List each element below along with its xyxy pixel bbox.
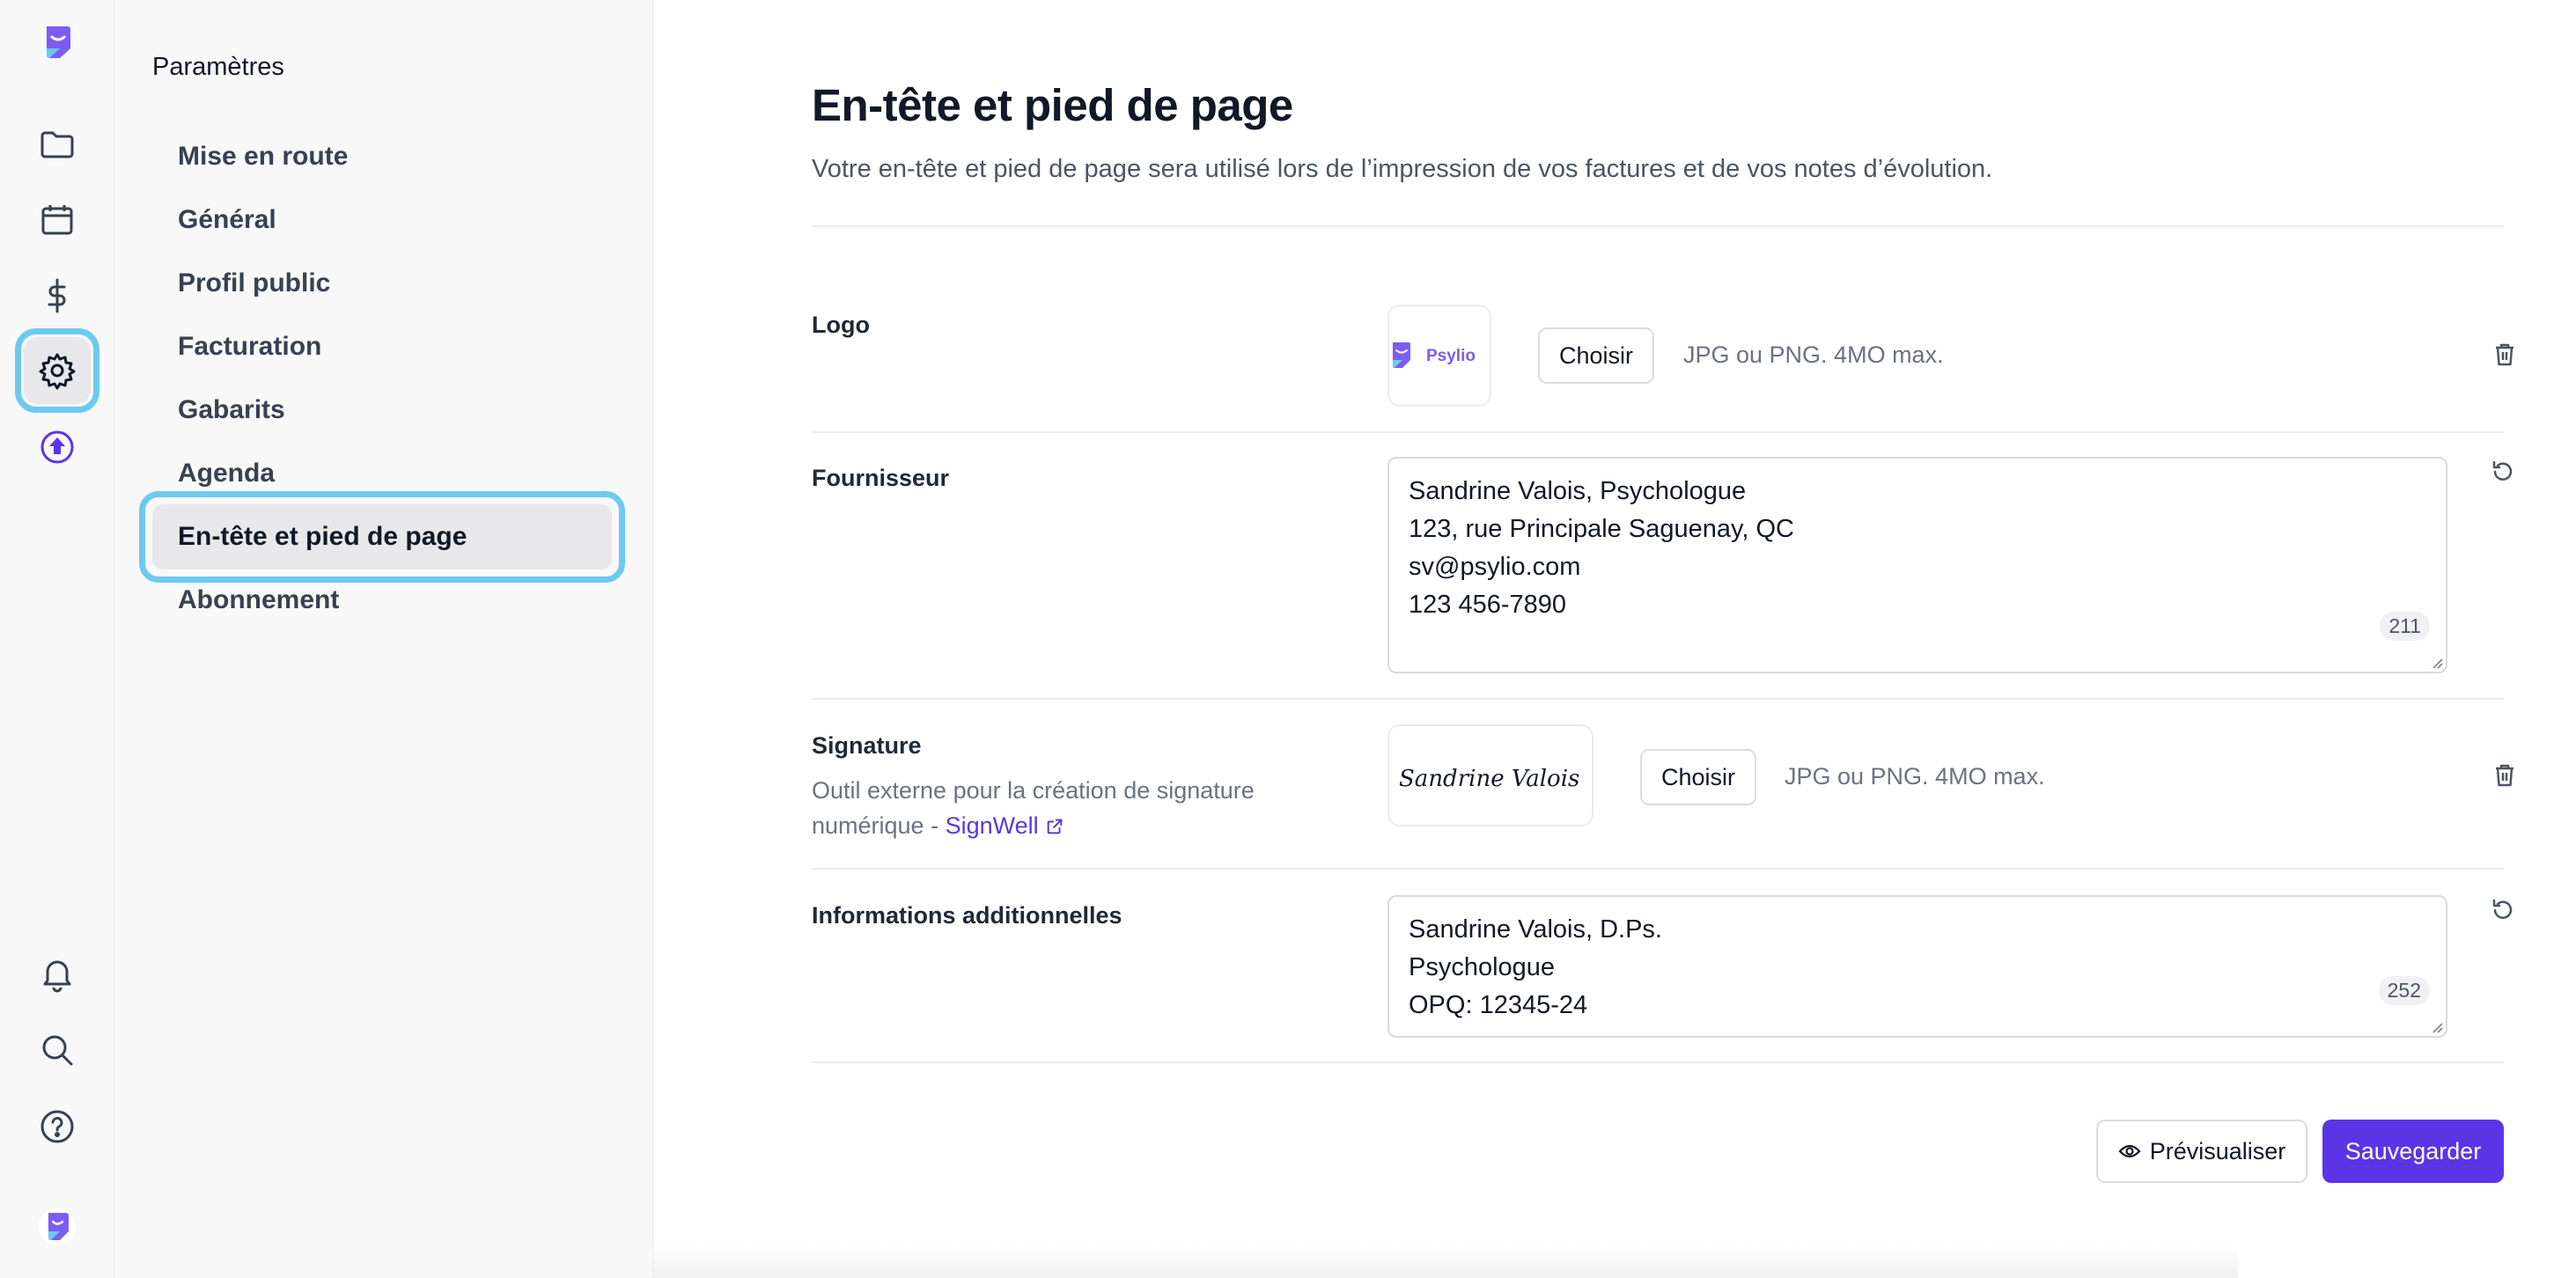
resize-grip-icon[interactable]: [2430, 1020, 2444, 1034]
signature-preview-text: Sandrine Valois: [1399, 766, 1579, 792]
reset-icon[interactable]: [2489, 896, 2517, 924]
nav-item-abonnement[interactable]: Abonnement: [152, 568, 612, 633]
divider: [812, 868, 2504, 870]
external-link-icon: [1047, 819, 1063, 834]
nav-item-profil-public[interactable]: Profil public: [152, 251, 612, 316]
rail-folder[interactable]: [24, 111, 91, 178]
rail-settings[interactable]: [15, 328, 99, 413]
logo-preview-text: Psylio: [1426, 347, 1476, 365]
nav-item-mise-en-route[interactable]: Mise en route: [152, 124, 612, 189]
psylio-logo-icon: [47, 26, 70, 58]
divider: [812, 1061, 2504, 1063]
additional-info-line: OPQ: 12345-24: [1409, 991, 1588, 1019]
bell-icon: [43, 960, 71, 993]
additional-info-textarea[interactable]: Sandrine Valois, D.Ps. Psychologue OPQ: …: [1387, 895, 2447, 1038]
logo-preview: Psylio: [1387, 305, 1491, 407]
arrow-up-circle-icon: [40, 430, 74, 464]
logo-label: Logo: [812, 312, 870, 338]
supplier-label: Fournisseur: [812, 465, 950, 491]
eye-icon: [2118, 1144, 2141, 1158]
resize-grip-icon[interactable]: [2430, 656, 2444, 670]
search-icon: [42, 1035, 73, 1066]
supplier-line: 123 456-7890: [1409, 591, 1566, 619]
signature-preview: Sandrine Valois: [1387, 724, 1593, 826]
supplier-line: sv@psylio.com: [1409, 553, 1581, 581]
character-counter: 252: [2378, 976, 2430, 1005]
trash-icon[interactable]: [2491, 762, 2518, 789]
main-content: En-tête et pied de page Votre en-tête et…: [653, 0, 2576, 1278]
settings-nav-title: Paramètres: [152, 53, 284, 81]
rail-profile[interactable]: [24, 1194, 91, 1260]
supplier-line: Sandrine Valois, Psychologue: [1409, 477, 1747, 505]
nav-item-facturation[interactable]: Facturation: [152, 314, 612, 379]
app-logo[interactable]: [24, 9, 91, 76]
additional-info-label: Informations additionnelles: [812, 902, 1122, 929]
divider: [812, 698, 2504, 700]
signature-image: Sandrine Valois: [1399, 766, 1579, 792]
rail-upgrade[interactable]: [24, 414, 91, 481]
logo-choose-button[interactable]: Choisir: [1538, 327, 1655, 384]
supplier-textarea[interactable]: Sandrine Valois, Psychologue 123, rue Pr…: [1387, 457, 2447, 673]
save-button[interactable]: Sauvegarder: [2322, 1120, 2504, 1183]
signwell-link-label: SignWell: [945, 812, 1039, 839]
rail-calendar[interactable]: [24, 187, 91, 253]
supplier-line: 123, rue Principale Saguenay, QC: [1409, 515, 1794, 543]
preview-button-label: Prévisualiser: [2149, 1137, 2286, 1164]
divider: [812, 225, 2504, 227]
rail-search[interactable]: [24, 1017, 91, 1083]
help-icon: [40, 1110, 74, 1143]
nav-item-en-tete-pied-de-page[interactable]: En-tête et pied de page: [139, 491, 625, 583]
psylio-avatar-icon: [39, 1208, 76, 1245]
signature-choose-button[interactable]: Choisir: [1640, 749, 1757, 805]
settings-nav: Paramètres Mise en route Général Profil …: [114, 0, 653, 1278]
additional-info-line: Psychologue: [1409, 953, 1556, 981]
icon-rail: [0, 0, 114, 1278]
signature-label: Signature: [812, 732, 922, 759]
psylio-logo-icon: Psylio: [1393, 342, 1476, 368]
character-counter: 211: [2380, 612, 2430, 641]
signature-help: Outil externe pour la création de signat…: [812, 773, 1305, 843]
dollar-icon: [48, 278, 66, 313]
logo-hint: JPG ou PNG. 4MO max.: [1683, 342, 1944, 368]
nav-item-general[interactable]: Général: [152, 187, 612, 253]
rail-help[interactable]: [24, 1093, 91, 1160]
gear-icon: [39, 353, 76, 390]
calendar-icon: [41, 205, 73, 235]
nav-item-gabarits[interactable]: Gabarits: [152, 378, 612, 443]
page-title: En-tête et pied de page: [812, 80, 1293, 130]
signature-hint: JPG ou PNG. 4MO max.: [1785, 763, 2045, 790]
preview-button[interactable]: Prévisualiser: [2096, 1120, 2307, 1183]
folder-icon: [40, 131, 74, 158]
page-subtitle: Votre en-tête et pied de page sera utili…: [812, 155, 1993, 183]
trash-icon[interactable]: [2491, 342, 2518, 368]
divider: [812, 431, 2504, 433]
rail-billing[interactable]: [24, 262, 91, 329]
additional-info-line: Sandrine Valois, D.Ps.: [1409, 915, 1662, 944]
rail-notifications[interactable]: [24, 940, 91, 1007]
signwell-link[interactable]: SignWell: [946, 812, 1065, 839]
bottom-shadow: [653, 1243, 2238, 1278]
reset-icon[interactable]: [2489, 458, 2517, 486]
